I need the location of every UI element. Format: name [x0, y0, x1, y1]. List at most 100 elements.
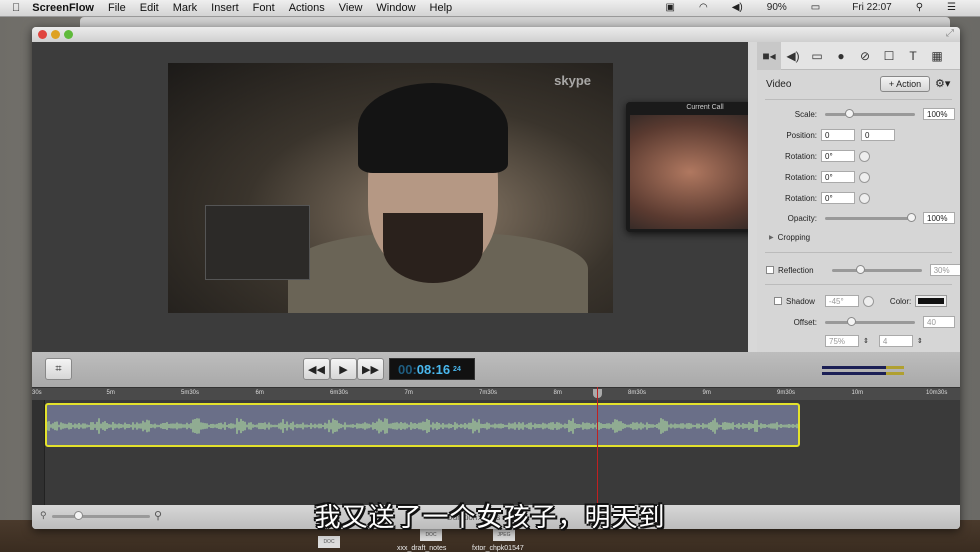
callout-tab-icon[interactable]: ● [829, 49, 853, 63]
ruler-tick-label: 6m30s [330, 390, 349, 396]
offset-field[interactable]: 40 [923, 316, 955, 328]
offset-slider[interactable] [825, 316, 915, 326]
zoom-button[interactable] [64, 30, 73, 39]
menu-bar:  ScreenFlow File Edit Mark Insert Font … [0, 0, 980, 17]
menu-window[interactable]: Window [376, 2, 415, 14]
slider-knob[interactable] [907, 212, 916, 222]
scale-field[interactable]: 100% [923, 108, 955, 120]
menu-insert[interactable]: Insert [211, 2, 239, 14]
timeline-tracks[interactable] [32, 400, 960, 505]
battery-icon[interactable]: ▭ [811, 2, 820, 13]
menu-app[interactable]: ScreenFlow [32, 2, 94, 14]
ruler-tick-label: 8m30s [628, 390, 647, 396]
menu-edit[interactable]: Edit [140, 2, 159, 14]
disclosure-triangle-icon[interactable]: ▶ [769, 234, 774, 241]
media-tab-icon[interactable]: ▦ [925, 49, 949, 63]
desktop-file-label[interactable]: fxtor_chpk01547 [472, 545, 524, 552]
screen-record-icon[interactable]: ▣ [666, 2, 675, 13]
menu-actions[interactable]: Actions [289, 2, 325, 14]
text-tab-icon[interactable]: T [901, 49, 925, 63]
waveform-path [47, 418, 798, 434]
gear-icon[interactable]: ⚙▾ [935, 77, 950, 90]
screen-tab-icon[interactable]: ▭ [805, 49, 829, 63]
menu-file[interactable]: File [108, 2, 126, 14]
close-button[interactable] [38, 30, 47, 39]
desktop-file-label[interactable]: xxx_draft_notes [397, 545, 446, 552]
menu-font[interactable]: Font [253, 2, 275, 14]
cropping-toggle[interactable]: Cropping [778, 233, 810, 242]
menu-help[interactable]: Help [430, 2, 453, 14]
spotlight-icon[interactable]: ⚲ [916, 2, 923, 13]
fullscreen-icon[interactable]: ⤢ [946, 28, 954, 39]
stepper-icon[interactable]: ⇕ [863, 337, 869, 345]
transition-tab-icon[interactable]: ⊘ [853, 49, 877, 63]
timeline-ruler[interactable]: 30s 5m 5m30s 6m 6m30s 7m 7m30s 8m 8m30s 9m 9m30s 10… [32, 387, 960, 400]
title-bar[interactable]: ⤢ [32, 27, 960, 42]
rotation-y-field[interactable]: 0° [821, 192, 855, 204]
offset-label: Offset: [793, 317, 817, 327]
slider-knob[interactable] [847, 316, 856, 326]
rewind-button[interactable]: ◀◀ [303, 358, 330, 380]
fast-forward-icon: ▶▶ [362, 363, 379, 376]
crop-button[interactable]: ⌗ [45, 358, 72, 380]
ruler-tick-label: 10m [851, 390, 864, 396]
audio-meter-left [822, 366, 904, 369]
position-y-field[interactable]: 0 [861, 129, 895, 141]
rotation-dial[interactable] [859, 150, 870, 162]
audio-tab-icon[interactable]: ◀) [781, 49, 805, 63]
clock[interactable]: Fri 22:07 [852, 2, 891, 13]
desktop-doc-icon[interactable]: DOC [318, 536, 340, 548]
reflection-checkbox[interactable] [766, 266, 774, 274]
rotation-z-field[interactable]: 0° [821, 150, 855, 162]
canvas-scrollbar[interactable] [748, 42, 757, 352]
divider [765, 252, 952, 253]
divider [765, 284, 952, 285]
ruler-tick-label: 7m [404, 390, 413, 396]
reflection-slider[interactable] [831, 264, 922, 274]
annotation-tab-icon[interactable]: ☐ [877, 49, 901, 63]
stepper-icon[interactable]: ⇕ [917, 337, 923, 345]
minimize-button[interactable] [51, 30, 60, 39]
slider-knob[interactable] [845, 108, 854, 118]
ruler-tick-label: 7m30s [479, 390, 498, 396]
slider-knob[interactable] [855, 264, 865, 274]
shadow-opacity-field[interactable]: 75% [825, 335, 859, 347]
shadow-checkbox[interactable] [774, 297, 782, 305]
video-tab-icon[interactable]: ■◂ [757, 41, 781, 70]
reflection-field[interactable]: 30% [929, 264, 960, 276]
audio-meter-right [822, 372, 904, 375]
position-x-field[interactable]: 0 [821, 129, 855, 141]
rotation-dial[interactable] [859, 192, 870, 204]
notification-center-icon[interactable]: ☰ [947, 2, 956, 13]
shadow-angle-dial[interactable] [862, 295, 874, 307]
track-headers [32, 400, 45, 505]
scale-slider[interactable] [825, 108, 915, 118]
video-clip[interactable] [45, 403, 800, 447]
rotation-x-field[interactable]: 0° [821, 171, 855, 183]
shadow-color-well[interactable] [915, 295, 948, 307]
menu-mark[interactable]: Mark [173, 2, 197, 14]
opacity-slider[interactable] [825, 212, 916, 222]
menu-view[interactable]: View [339, 2, 363, 14]
inspector-tabs: ■◂ ◀) ▭ ● ⊘ ☐ T ▦ [757, 41, 960, 70]
color-label: Color: [889, 296, 912, 306]
rotation-label: Rotation: [784, 172, 817, 182]
apple-icon[interactable]:  [12, 2, 20, 14]
video-frame[interactable]: skype [168, 63, 613, 313]
play-button[interactable]: ▶ [330, 358, 357, 380]
battery-percent[interactable]: 90% [767, 2, 787, 13]
ruler-tick-label: 10m30s [926, 390, 948, 396]
shadow-angle-field[interactable]: -45° [824, 295, 859, 307]
canvas-area[interactable]: skype Current Call [32, 42, 784, 352]
volume-icon[interactable]: ◀) [732, 2, 743, 13]
add-action-button[interactable]: + Action [880, 76, 930, 92]
wifi-icon[interactable]: ◠ [699, 2, 708, 13]
rotation-label: Rotation: [784, 193, 817, 203]
rotation-dial[interactable] [859, 171, 870, 183]
crop-icon: ⌗ [55, 362, 62, 375]
screenflow-window: ⤢ skype Current Call ■◂ ◀) ▭ ● ⊘ ☐ T ▦ V… [32, 27, 960, 529]
fast-forward-button[interactable]: ▶▶ [357, 358, 384, 380]
ruler-tick-label: 5m30s [181, 390, 200, 396]
shadow-blur-field[interactable]: 4 [878, 335, 913, 347]
opacity-field[interactable]: 100% [923, 212, 955, 224]
